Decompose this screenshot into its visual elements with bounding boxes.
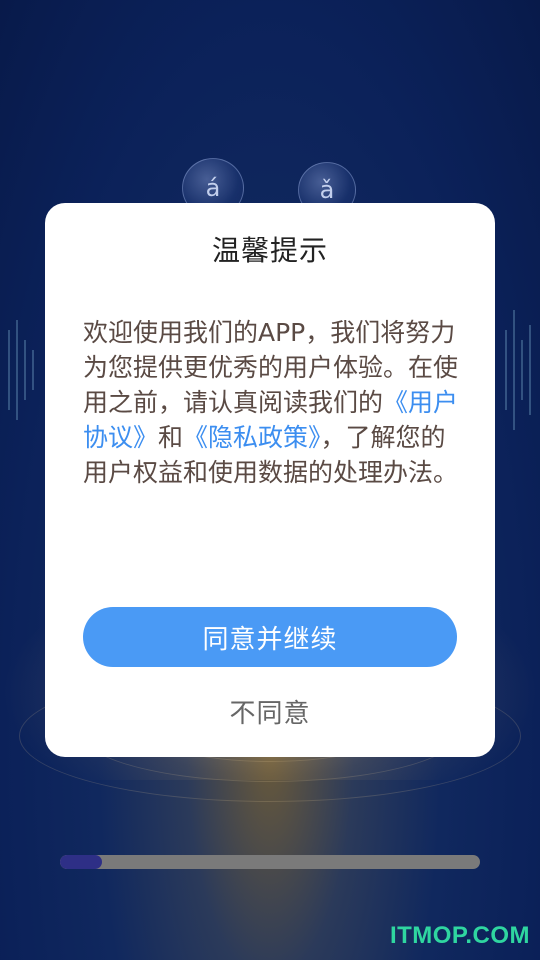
wave-bar [24, 340, 26, 400]
wave-bar [32, 350, 34, 390]
progress-fill [60, 855, 102, 869]
disagree-button[interactable]: 不同意 [45, 693, 495, 730]
privacy-policy-link[interactable]: 《隐私政策》 [183, 423, 321, 452]
wave-bar [529, 325, 531, 415]
wave-bar [505, 330, 507, 410]
message-text: 和 [158, 423, 184, 452]
dialog-message: 欢迎使用我们的APP，我们将努力为您提供更优秀的用户体验。在使用之前，请认真阅读… [83, 315, 459, 490]
wave-bar [513, 310, 515, 430]
dialog-title: 温馨提示 [211, 234, 328, 267]
watermark-logo: ITMOP.COM [389, 922, 530, 949]
wave-bar [16, 320, 18, 420]
agree-continue-button[interactable]: 同意并继续 [83, 607, 457, 667]
wave-bar [521, 340, 523, 400]
loading-progress-bar [60, 855, 480, 869]
privacy-dialog: 温馨提示 欢迎使用我们的APP，我们将努力为您提供更优秀的用户体验。在使用之前，… [45, 203, 495, 757]
wave-bar [8, 330, 10, 410]
